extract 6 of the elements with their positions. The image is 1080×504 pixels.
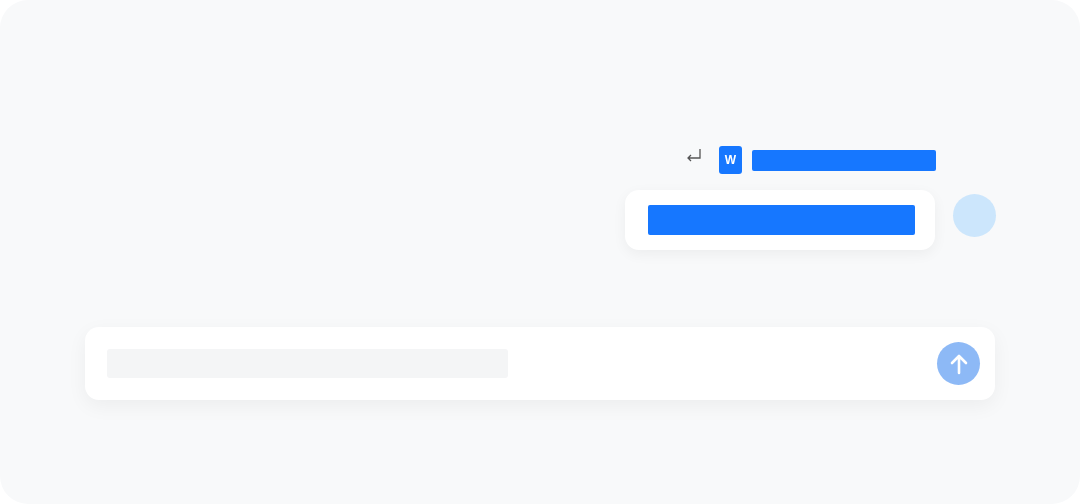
avatar <box>953 194 996 237</box>
send-button[interactable] <box>937 342 980 385</box>
up-arrow-icon <box>948 352 969 375</box>
document-icon: W <box>719 146 742 174</box>
chat-input[interactable] <box>85 327 995 400</box>
return-icon <box>686 148 702 162</box>
